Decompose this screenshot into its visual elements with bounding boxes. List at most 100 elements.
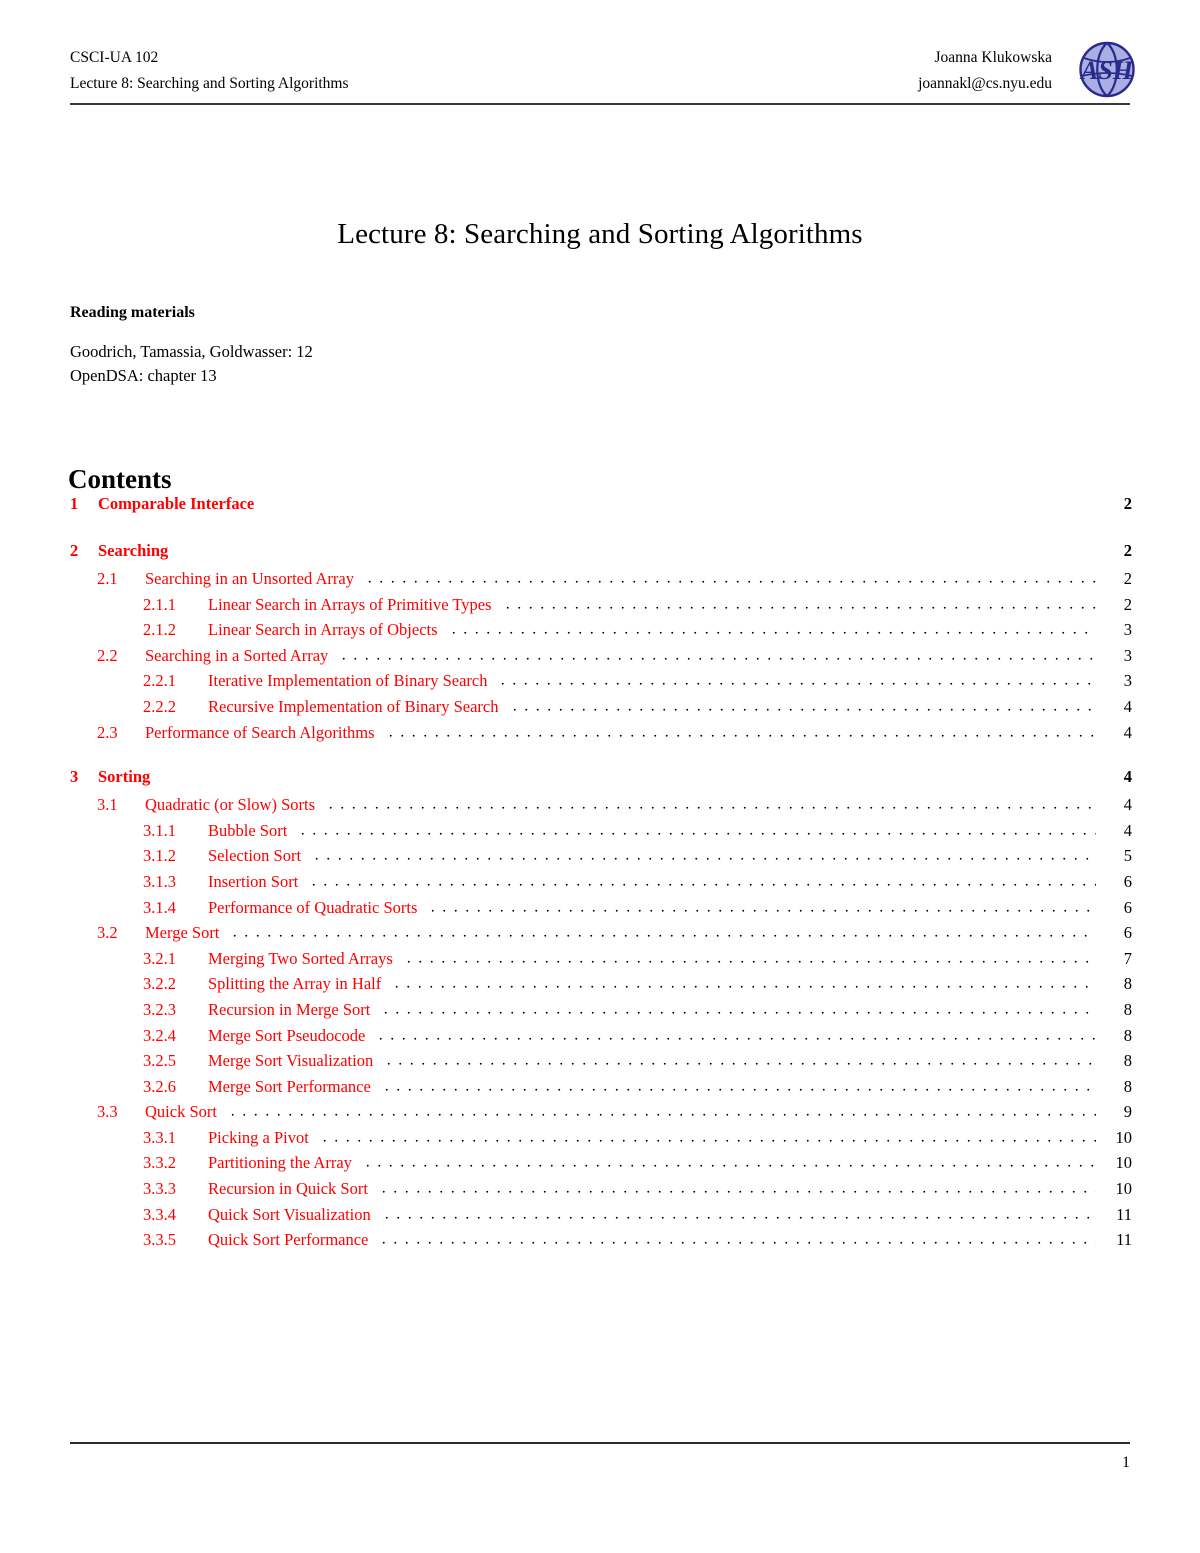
toc-entry-number: 3.1.3 — [143, 871, 176, 891]
toc-entry[interactable]: 3.2.4 Merge Sort Pseudocode 8 — [70, 1026, 1132, 1052]
toc-entry[interactable]: 2.1.2 Linear Search in Arrays of Objects 3 — [70, 620, 1132, 646]
toc-entry-page-number: 6 — [1123, 871, 1132, 891]
toc-entry[interactable]: 3.3.4 Quick Sort Visualization 11 — [70, 1205, 1132, 1231]
toc-entry[interactable]: 3.1.2 Selection Sort 5 — [70, 846, 1132, 872]
toc-entry-number: 3.3.3 — [143, 1179, 176, 1199]
toc-entry-page-number: 4 — [1123, 767, 1132, 787]
toc-entry-label: Recursion in Quick Sort — [208, 1179, 368, 1199]
toc-entry[interactable]: 3.3.1 Picking a Pivot 10 — [70, 1128, 1132, 1154]
toc-entry[interactable]: 3.3.5 Quick Sort Performance 11 — [70, 1230, 1132, 1256]
toc-entry[interactable]: 3.1 Quadratic (or Slow) Sorts 4 — [70, 795, 1132, 821]
toc-entry-label: Linear Search in Arrays of Primitive Typ… — [208, 594, 492, 614]
contents-heading: Contents — [68, 464, 172, 495]
toc-dot-leader — [325, 796, 1096, 811]
toc-entry[interactable]: 2.3 Performance of Search Algorithms 4 — [70, 723, 1132, 749]
toc-entry-label: Linear Search in Arrays of Objects — [208, 620, 438, 640]
toc-entry[interactable]: 3.2 Merge Sort 6 — [70, 923, 1132, 949]
footer-page-number: 1 — [1122, 1454, 1130, 1471]
toc-entry-page-number: 8 — [1123, 974, 1132, 994]
toc-dot-leader — [338, 646, 1096, 661]
toc-entry-label: Recursion in Merge Sort — [208, 999, 371, 1019]
toc-entry-page-number: 4 — [1123, 820, 1132, 840]
toc-dot-leader — [377, 1180, 1096, 1195]
toc-dot-leader — [383, 1052, 1096, 1067]
toc-entry-number: 3.2.4 — [143, 1025, 176, 1045]
toc-entry-page-number: 6 — [1123, 897, 1132, 917]
toc-entry[interactable]: 3.1.1 Bubble Sort 4 — [70, 821, 1132, 847]
toc-dot-leader — [311, 847, 1096, 862]
toc-entry[interactable]: 2.2 Searching in a Sorted Array 3 — [70, 646, 1132, 672]
toc-entry-number: 3.3.1 — [143, 1127, 176, 1147]
toc-entry-label: Quick Sort Visualization — [208, 1204, 371, 1224]
toc-dot-leader — [297, 821, 1096, 836]
toc-entry-label: Merge Sort — [145, 923, 220, 943]
toc-entry-page-number: 4 — [1123, 795, 1132, 815]
toc-dot-leader — [361, 1154, 1096, 1169]
toc-entry[interactable]: 3.3 Quick Sort 9 — [70, 1102, 1132, 1128]
toc-entry-number: 3.2.2 — [143, 974, 176, 994]
page-title: Lecture 8: Searching and Sorting Algorit… — [337, 218, 863, 251]
toc-entry[interactable]: 3.2.1 Merging Two Sorted Arrays 7 — [70, 949, 1132, 975]
toc-entry-label: Comparable Interface — [98, 494, 255, 513]
toc-entry-number: 2 — [70, 541, 79, 560]
toc-entry-number: 2.2 — [97, 645, 118, 665]
toc-entry-number: 3.2 — [97, 923, 118, 943]
toc-entry[interactable]: 3.2.2 Splitting the Array in Half 8 — [70, 974, 1132, 1000]
toc-entry-label: Iterative Implementation of Binary Searc… — [208, 671, 488, 691]
toc-entry-number: 3.3.4 — [143, 1204, 176, 1224]
toc-entry-page-number: 3 — [1123, 671, 1132, 691]
toc-entry-number: 2.1.2 — [143, 620, 176, 640]
toc-entry[interactable]: 3.2.5 Merge Sort Visualization 8 — [70, 1051, 1132, 1077]
toc-entry[interactable]: 2.1 Searching in an Unsorted Array 2 — [70, 569, 1132, 595]
logo-letters: ASH — [1079, 56, 1134, 85]
toc-entry-number: 3 — [70, 767, 79, 787]
toc-entry[interactable]: 2.2.2 Recursive Implementation of Binary … — [70, 697, 1132, 723]
reading-materials-line-2: OpenDSA: chapter 13 — [70, 366, 217, 385]
toc-dot-leader — [229, 924, 1096, 939]
toc-entry-page-number: 6 — [1123, 923, 1132, 943]
toc-entry-label: Recursive Implementation of Binary Searc… — [208, 696, 499, 716]
toc-entry-label: Quadratic (or Slow) Sorts — [145, 795, 316, 815]
toc-entry-page-number: 8 — [1123, 1076, 1132, 1096]
toc-dot-leader — [363, 570, 1096, 584]
toc-entry-number: 2.2.2 — [143, 696, 176, 716]
toc-dot-leader — [497, 672, 1096, 687]
toc-entry[interactable]: 3.2.3 Recursion in Merge Sort 8 — [70, 1000, 1132, 1026]
toc-entry-label: Insertion Sort — [208, 871, 299, 891]
toc-dot-leader — [378, 1231, 1096, 1246]
header-lecture-title: Lecture 8: Searching and Sorting Algorit… — [70, 75, 349, 92]
toc-entry-number: 3.3 — [97, 1102, 118, 1122]
reading-materials-heading: Reading materials — [70, 304, 195, 321]
toc-entry[interactable]: 2.1.1 Linear Search in Arrays of Primitiv… — [70, 595, 1132, 621]
toc-dot-leader — [380, 1000, 1096, 1015]
toc-entry[interactable]: 1 Comparable Interface 2 — [70, 494, 1132, 522]
toc-entry[interactable]: 3.3.3 Recursion in Quick Sort 10 — [70, 1179, 1132, 1205]
toc-entry[interactable]: 3.1.3 Insertion Sort 6 — [70, 872, 1132, 898]
toc-entry-label: Picking a Pivot — [208, 1127, 309, 1147]
header-left-block: CSCI-UA 102 Lecture 8: Searching and Sor… — [70, 45, 349, 97]
toc-entry-page-number: 8 — [1123, 1025, 1132, 1045]
toc-entry[interactable]: 3.1.4 Performance of Quadratic Sorts 6 — [70, 898, 1132, 924]
document-header: CSCI-UA 102 Lecture 8: Searching and Sor… — [70, 41, 1135, 107]
toc-entry-page-number: 2 — [1123, 494, 1132, 513]
toc-entry[interactable]: 3 Sorting 4 — [70, 767, 1132, 795]
toc-entry[interactable]: 3.3.2 Partitioning the Array 10 — [70, 1153, 1132, 1179]
toc-entry[interactable]: 2 Searching 2 — [70, 541, 1132, 569]
toc-entry-number: 2.3 — [97, 722, 118, 742]
reading-materials-section: Reading materials Goodrich, Tamassia, Go… — [70, 302, 770, 388]
course-code: CSCI-UA 102 — [70, 49, 159, 66]
toc-entry[interactable]: 2.2.1 Iterative Implementation of Binary … — [70, 671, 1132, 697]
toc-entry[interactable]: 3.2.6 Merge Sort Performance 8 — [70, 1077, 1132, 1103]
toc-entry-label: Merge Sort Performance — [208, 1076, 371, 1096]
toc-dot-leader — [447, 621, 1096, 636]
toc-entry-page-number: 2 — [1123, 594, 1132, 614]
toc-entry-label: Performance of Quadratic Sorts — [208, 897, 418, 917]
toc-dot-leader — [375, 1026, 1096, 1041]
toc-dot-leader — [402, 949, 1096, 964]
toc-dot-leader — [384, 723, 1096, 738]
toc-entry-label: Merge Sort Visualization — [208, 1051, 374, 1071]
toc-dot-leader — [380, 1205, 1096, 1220]
toc-entry-page-number: 3 — [1123, 620, 1132, 640]
asii-globe-logo-icon: ASH — [1074, 36, 1140, 102]
document-page: CSCI-UA 102 Lecture 8: Searching and Sor… — [0, 0, 1200, 1553]
